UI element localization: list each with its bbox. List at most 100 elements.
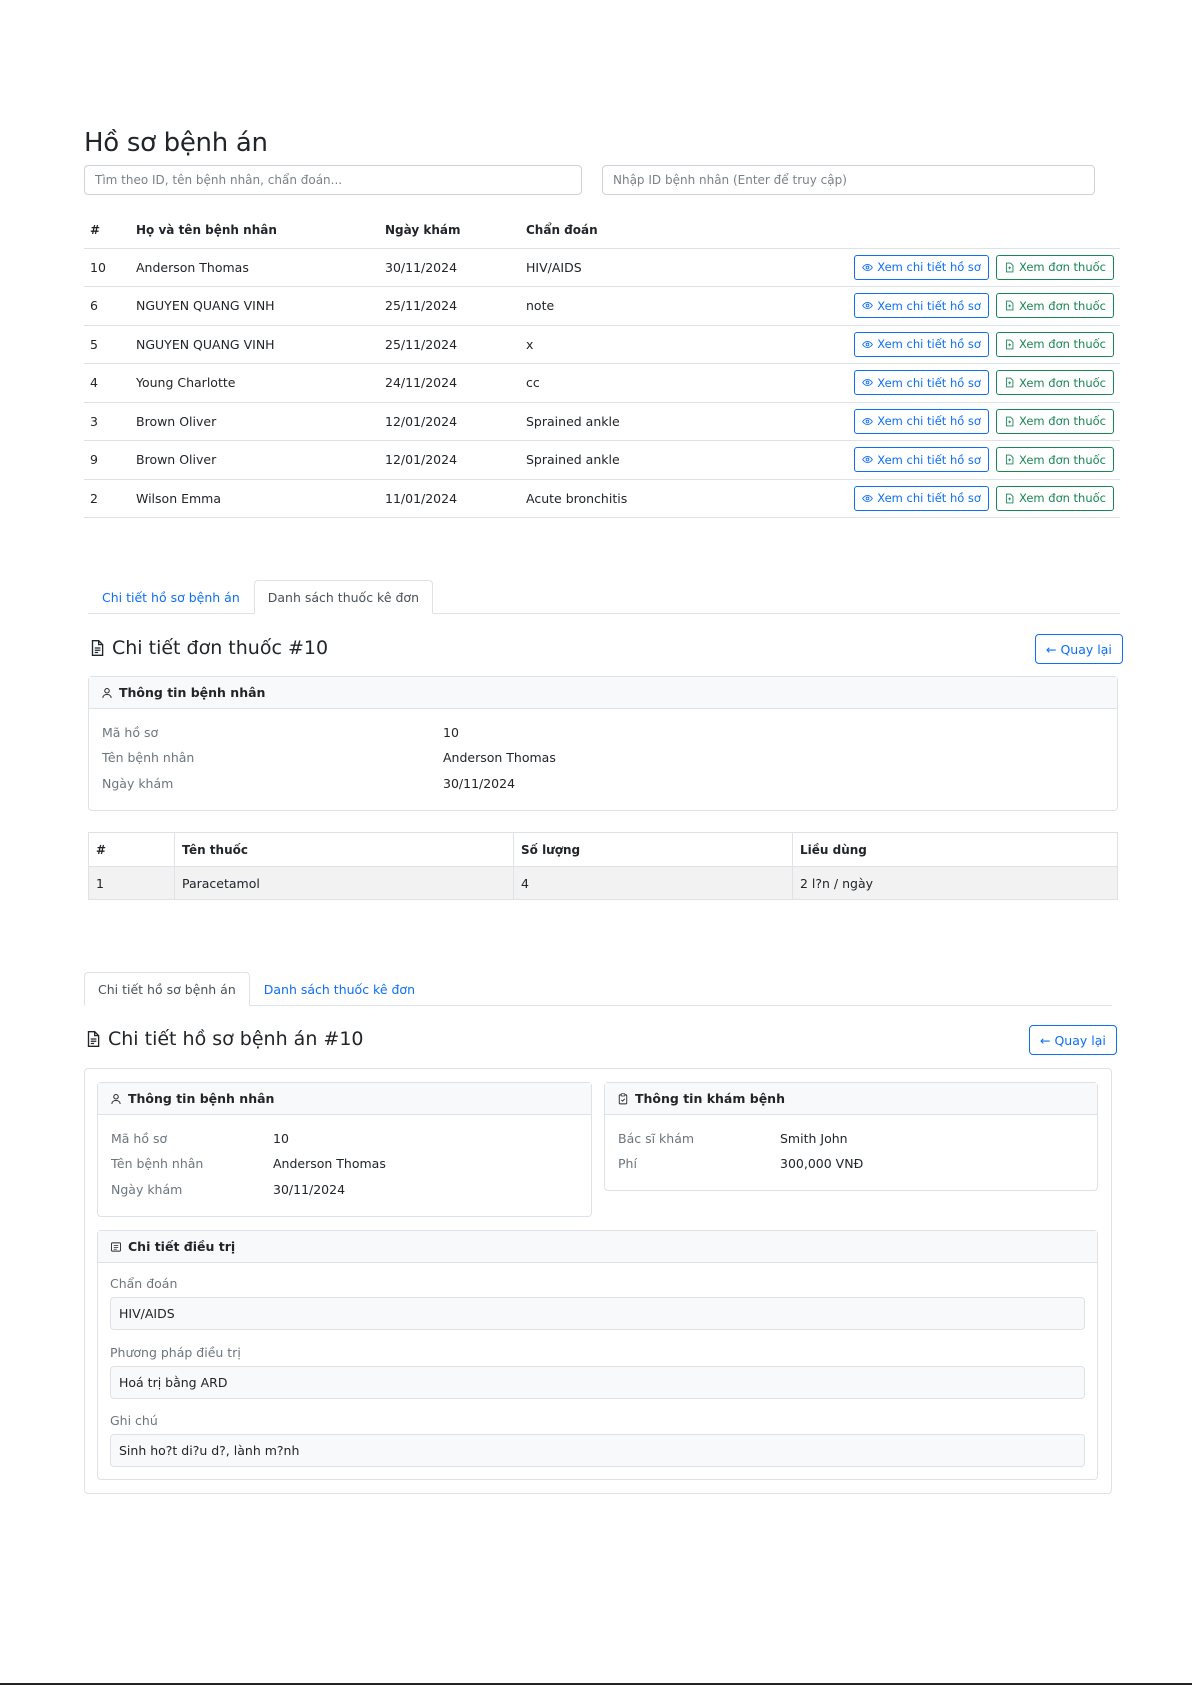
treatment-method-field: Hoá trị bằng ARD [110,1366,1085,1399]
medication-no: 1 [88,866,175,900]
record-diagnosis: Sprained ankle [520,440,720,480]
medication-row: 1 Paracetamol 4 2 l?n / ngày [88,866,1118,900]
record-exam-date: 12/01/2024 [379,402,520,441]
eye-icon [862,494,874,502]
record-id: 10 [84,248,130,287]
view-record-button[interactable]: Xem chi tiết hồ sơ [854,485,989,511]
eye-icon [862,417,874,425]
prescription-title-text: Chi tiết đơn thuốc #10 [112,637,329,659]
view-record-label: Xem chi tiết hồ sơ [877,260,981,275]
view-prescription-button[interactable]: Xem đơn thuốc [995,293,1114,319]
record-patient-name: NGUYEN QUANG VINH [130,286,379,326]
record-actions: Xem chi tiết hồ sơ Xem đơn thuốc [720,363,1120,403]
record-diagnosis: Sprained ankle [520,402,720,441]
view-record-button[interactable]: Xem chi tiết hồ sơ [854,370,989,396]
record-patient-name: NGUYEN QUANG VINH [130,325,379,364]
record-id: 4 [84,363,130,403]
record-actions: Xem chi tiết hồ sơ Xem đơn thuốc [720,440,1120,480]
view-record-label: Xem chi tiết hồ sơ [877,414,981,429]
view-prescription-label: Xem đơn thuốc [1018,298,1106,313]
clipboard-check-icon [618,1092,628,1104]
record-patient-card-header: Thông tin bệnh nhân [98,1083,591,1115]
prescription-patient-name-value: Anderson Thomas [443,750,556,765]
prescription-section-title: Chi tiết đơn thuốc #10 [88,637,328,659]
record-exam-date: 25/11/2024 [379,325,520,364]
view-prescription-label: Xem đơn thuốc [1018,491,1106,506]
medication-dosage: 2 l?n / ngày [792,866,1118,900]
record-id: 2 [84,479,130,518]
view-record-button[interactable]: Xem chi tiết hồ sơ [854,447,989,473]
record-actions: Xem chi tiết hồ sơ Xem đơn thuốc [720,325,1120,364]
diagnosis-field: HIV/AIDS [110,1297,1085,1330]
exam-info-card-header: Thông tin khám bệnh [605,1083,1097,1115]
record-exam-date: 12/01/2024 [379,440,520,480]
treatment-method-value: Hoá trị bằng ARD [119,1375,228,1390]
prescription-record-id-label: Mã hồ sơ [102,725,159,740]
header-id: # [84,212,130,249]
record-title-text: Chi tiết hồ sơ bệnh án #10 [108,1028,364,1050]
view-prescription-button[interactable]: Xem đơn thuốc [995,331,1114,357]
tab-record-detail[interactable]: Chi tiết hồ sơ bệnh án [88,580,254,614]
record-exam-date: 24/11/2024 [379,363,520,403]
view-prescription-button[interactable]: Xem đơn thuốc [995,254,1114,280]
header-actions [720,212,1120,249]
table-row: 6 NGUYEN QUANG VINH 25/11/2024 note Xem chi … [84,286,1120,326]
tab-prescription-list[interactable]: Danh sách thuốc kê đơn [253,580,433,614]
file-medical-icon [1005,377,1014,388]
view-record-button[interactable]: Xem chi tiết hồ sơ [854,331,989,357]
record-diagnosis: HIV/AIDS [520,248,720,287]
prescription-patient-card-header: Thông tin bệnh nhân [89,677,1117,709]
records-table: # Họ và tên bệnh nhân Ngày khám Chẩn đoá… [84,212,1120,518]
record-section-title: Chi tiết hồ sơ bệnh án #10 [84,1028,364,1050]
table-row: 2 Wilson Emma 11/01/2024 Acute bronchitis Xe… [84,479,1120,518]
meds-header-qty: Số lượng [513,832,793,867]
note-value: Sinh ho?t di?u d?, lành m?nh [119,1443,300,1458]
record-exam-date-label: Ngày khám [111,1182,183,1197]
record-patient-name: Brown Oliver [130,402,379,441]
eye-icon [862,263,874,271]
search-input[interactable] [84,165,582,195]
note-label: Ghi chú [110,1413,158,1428]
tab-record-detail-2[interactable]: Chi tiết hồ sơ bệnh án [84,972,250,1006]
view-record-button[interactable]: Xem chi tiết hồ sơ [854,293,989,319]
record-diagnosis: Acute bronchitis [520,479,720,518]
view-prescription-label: Xem đơn thuốc [1018,260,1106,275]
record-exam-date: 11/01/2024 [379,479,520,518]
view-prescription-label: Xem đơn thuốc [1018,337,1106,352]
view-prescription-button[interactable]: Xem đơn thuốc [995,485,1114,511]
note-field: Sinh ho?t di?u d?, lành m?nh [110,1434,1085,1467]
view-record-button[interactable]: Xem chi tiết hồ sơ [854,254,989,280]
back-button-record[interactable]: ← Quay lại [1029,1025,1117,1055]
view-prescription-button[interactable]: Xem đơn thuốc [995,447,1114,473]
eye-icon [862,379,874,387]
record-actions: Xem chi tiết hồ sơ Xem đơn thuốc [720,248,1120,287]
file-medical-icon [1005,339,1014,350]
view-prescription-button[interactable]: Xem đơn thuốc [995,408,1114,434]
meds-header-no: # [88,832,175,867]
table-row: 3 Brown Oliver 12/01/2024 Sprained ankle Xem… [84,402,1120,441]
table-row: 4 Young Charlotte 24/11/2024 cc Xem chi tiết… [84,363,1120,403]
view-prescription-button[interactable]: Xem đơn thuốc [995,370,1114,396]
record-id-value: 10 [273,1131,289,1146]
medications-table: # Tên thuốc Số lượng Liều dùng 1 Paracet… [88,832,1118,900]
record-id: 9 [84,440,130,480]
eye-icon [862,456,874,464]
eye-icon [862,302,874,310]
treatment-card-header: Chi tiết điều trị [98,1231,1097,1263]
view-record-label: Xem chi tiết hồ sơ [877,491,981,506]
record-patient-name: Wilson Emma [130,479,379,518]
fee-label: Phí [618,1156,637,1171]
tab-prescription-list-2[interactable]: Danh sách thuốc kê đơn [250,972,429,1006]
doctor-label: Bác sĩ khám [618,1131,695,1146]
view-record-button[interactable]: Xem chi tiết hồ sơ [854,408,989,434]
diagnosis-label: Chẩn đoán [110,1276,178,1291]
back-button-prescription[interactable]: ← Quay lại [1035,634,1123,664]
file-medical-icon [1005,493,1014,504]
record-diagnosis: cc [520,363,720,403]
treatment-card-title: Chi tiết điều trị [128,1239,236,1254]
patient-id-input[interactable] [602,165,1095,195]
record-diagnosis: x [520,325,720,364]
treatment-method-label: Phương pháp điều trị [110,1345,241,1360]
record-exam-date-value: 30/11/2024 [273,1182,346,1197]
page-title: Hồ sơ bệnh án [84,128,268,158]
